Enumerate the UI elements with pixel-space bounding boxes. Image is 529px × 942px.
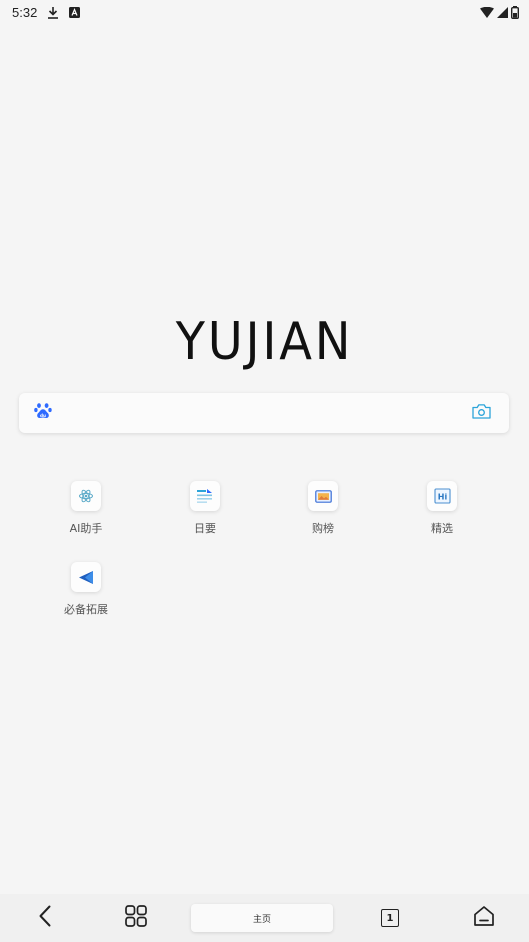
search-input[interactable]	[64, 393, 472, 433]
shortcut-label: 日要	[194, 522, 216, 535]
shortcut-extension[interactable]: 必备拓展	[46, 562, 126, 617]
baidu-paw-icon[interactable]: du	[34, 402, 52, 425]
cellular-icon	[497, 6, 508, 18]
tabs-icon[interactable]: 1	[381, 909, 399, 927]
tab-count: 1	[386, 912, 394, 924]
download-icon	[47, 6, 59, 19]
grid-menu-icon[interactable]	[125, 904, 147, 932]
home-button[interactable]	[438, 894, 529, 942]
shortcut-label: AI助手	[69, 522, 103, 535]
brand-logo: YUJIAN	[0, 312, 529, 372]
shortcut-shopping-rank[interactable]: 购榜	[283, 481, 363, 536]
wifi-icon	[480, 6, 494, 18]
shortcut-label: 购榜	[312, 522, 334, 535]
battery-icon	[511, 5, 519, 19]
extension-icon[interactable]	[71, 562, 101, 592]
shortcut-ai-assistant[interactable]: AI助手	[46, 481, 126, 536]
status-bar: 5:32	[0, 0, 529, 24]
svg-text:du: du	[40, 413, 46, 418]
daily-news-icon[interactable]	[190, 481, 220, 511]
status-time: 5:32	[12, 4, 38, 20]
back-button[interactable]	[0, 894, 90, 942]
menu-button[interactable]	[90, 894, 182, 942]
shortcut-label: 精选	[431, 522, 453, 535]
bottom-nav: 主页 1	[0, 894, 529, 942]
svg-text:Hi: Hi	[437, 493, 447, 502]
home-icon[interactable]	[473, 905, 495, 932]
home-pill[interactable]: 主页	[191, 904, 333, 932]
tabs-button[interactable]: 1	[342, 894, 438, 942]
back-icon[interactable]	[39, 905, 51, 932]
logo-text: YUJIAN	[175, 312, 354, 372]
featured-icon[interactable]: Hi	[427, 481, 457, 511]
home-label: 主页	[252, 914, 271, 925]
shortcut-daily-news[interactable]: 日要	[165, 481, 245, 536]
search-bar[interactable]: du	[19, 393, 509, 433]
shopping-rank-icon[interactable]	[308, 481, 338, 511]
home-page-button[interactable]: 主页	[182, 894, 342, 942]
shortcut-label: 必备拓展	[64, 603, 108, 616]
ai-assistant-icon[interactable]	[71, 481, 101, 511]
camera-icon[interactable]	[472, 403, 491, 424]
a-icon	[69, 6, 81, 18]
shortcut-featured[interactable]: Hi 精选	[402, 481, 482, 536]
